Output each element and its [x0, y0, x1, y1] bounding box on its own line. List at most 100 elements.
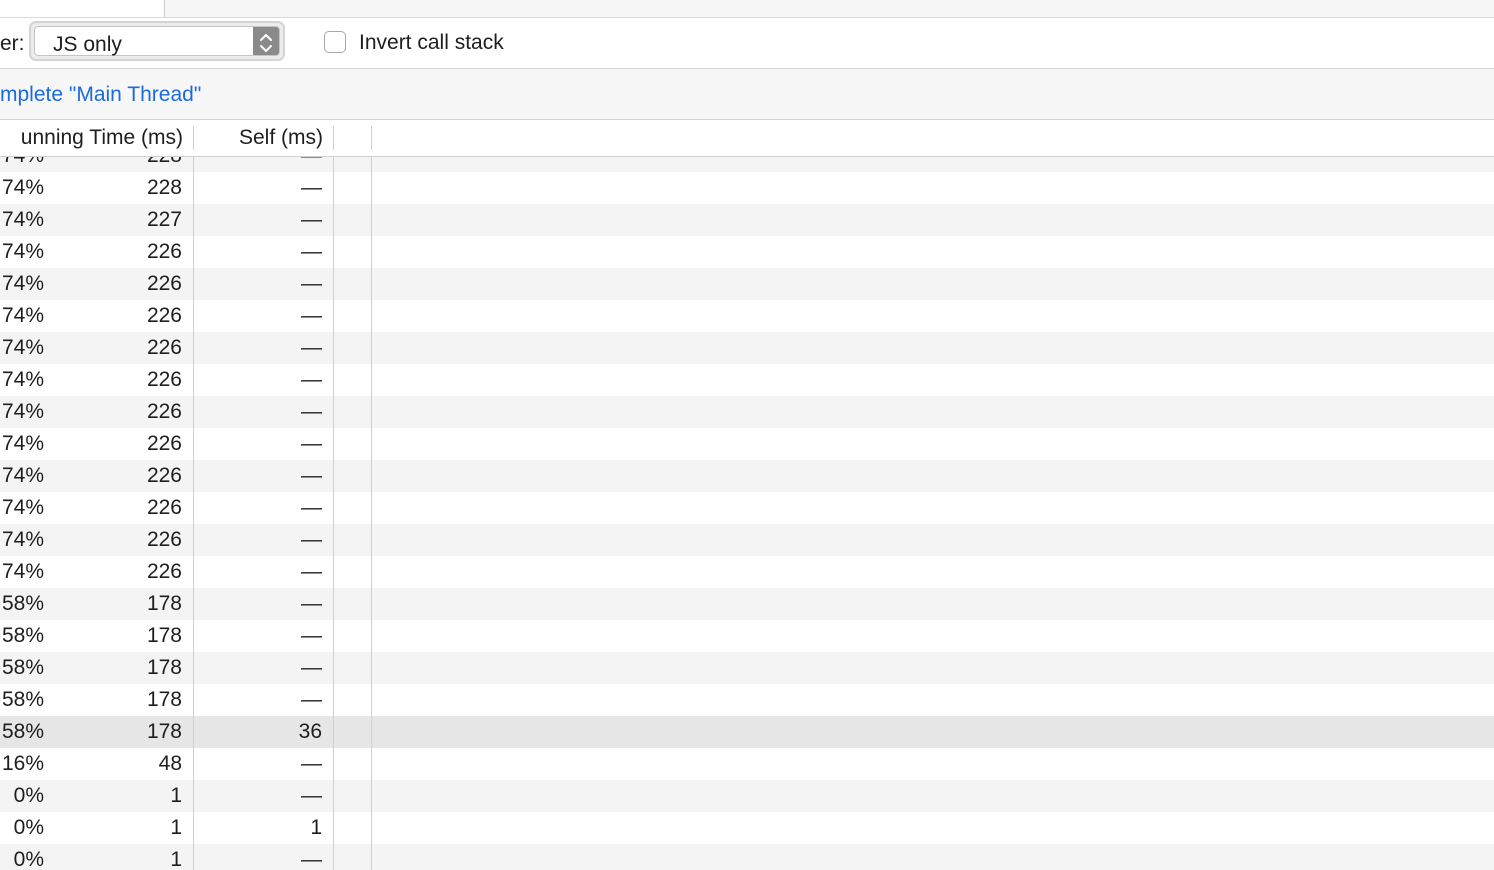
- running-time-cell: 226: [146, 400, 182, 423]
- self-time-cell: —: [301, 784, 322, 807]
- percent-cell: 74%: [1, 240, 44, 263]
- self-time-cell: —: [301, 464, 322, 487]
- self-time-cell: —: [301, 400, 322, 423]
- running-time-cell: 228: [147, 157, 182, 168]
- self-time-cell: —: [301, 208, 322, 231]
- table-row[interactable]: 58% 178 —: [0, 684, 1494, 716]
- top-strip: [0, 0, 1494, 18]
- running-time-cell: 226: [146, 336, 182, 359]
- self-time-cell: —: [301, 368, 322, 391]
- percent-cell: 58%: [1, 592, 44, 615]
- percent-cell: 74%: [1, 560, 44, 583]
- percent-cell: 58%: [1, 624, 44, 647]
- self-time-cell: —: [301, 304, 322, 327]
- column-divider: [371, 157, 372, 870]
- breadcrumb-bar: mplete "Main Thread": [0, 69, 1494, 120]
- percent-cell: 74%: [1, 304, 44, 327]
- table-rows: 74% 228 — 74% 228 — 74% 227 — 74% 226 — 74% 226 — 74% 22…: [0, 157, 1494, 870]
- table-row[interactable]: 16% 48 —: [0, 748, 1494, 780]
- self-time-cell: —: [301, 688, 322, 711]
- select-stepper-icon[interactable]: [253, 27, 279, 55]
- table-row[interactable]: 74% 226 —: [0, 524, 1494, 556]
- running-time-cell: 178: [146, 688, 182, 711]
- self-time-cell: —: [301, 176, 322, 199]
- table-row[interactable]: 74% 228 —: [0, 172, 1494, 204]
- table-row[interactable]: 74% 226 —: [0, 236, 1494, 268]
- running-time-cell: 226: [146, 464, 182, 487]
- self-time-cell: 36: [298, 720, 322, 743]
- self-time-cell: —: [301, 624, 322, 647]
- table-row[interactable]: 0% 1 —: [0, 844, 1494, 870]
- table-row[interactable]: 74% 226 —: [0, 492, 1494, 524]
- table-row[interactable]: 58% 178 —: [0, 588, 1494, 620]
- percent-cell: 74%: [1, 176, 44, 199]
- table-row[interactable]: 74% 226 —: [0, 300, 1494, 332]
- column-separator[interactable]: [193, 126, 194, 150]
- table-row[interactable]: 74% 226 —: [0, 460, 1494, 492]
- invert-call-stack-checkbox[interactable]: [324, 31, 346, 53]
- self-time-cell: —: [301, 157, 322, 168]
- running-time-cell: 226: [146, 368, 182, 391]
- self-time-cell: 1: [310, 816, 322, 839]
- breadcrumb-main-thread[interactable]: mplete "Main Thread": [0, 82, 201, 108]
- table-header: unning Time (ms) Self (ms): [0, 120, 1494, 157]
- column-header-self[interactable]: Self (ms): [239, 126, 323, 150]
- table-row[interactable]: 74% 227 —: [0, 204, 1494, 236]
- percent-cell: 74%: [1, 272, 44, 295]
- filter-select-field[interactable]: JS only: [34, 26, 280, 56]
- percent-cell: 58%: [1, 688, 44, 711]
- running-time-cell: 178: [146, 592, 182, 615]
- toolbar: er: JS only Invert call stack: [0, 18, 1494, 69]
- table-row[interactable]: 74% 226 —: [0, 364, 1494, 396]
- table-row[interactable]: 74% 226 —: [0, 332, 1494, 364]
- percent-cell: 0%: [13, 816, 44, 839]
- table-row[interactable]: 74% 226 —: [0, 396, 1494, 428]
- percent-cell: 16%: [1, 752, 44, 775]
- percent-cell: 0%: [13, 848, 44, 870]
- self-time-cell: —: [301, 240, 322, 263]
- percent-cell: 74%: [1, 208, 44, 231]
- table-row[interactable]: 74% 226 —: [0, 268, 1494, 300]
- percent-cell: 58%: [1, 720, 44, 743]
- self-time-cell: —: [301, 592, 322, 615]
- running-time-cell: 48: [158, 752, 182, 775]
- percent-cell: 74%: [2, 157, 44, 168]
- percent-cell: 0%: [13, 784, 44, 807]
- percent-cell: 74%: [1, 400, 44, 423]
- running-time-cell: 226: [146, 528, 182, 551]
- table-row[interactable]: 58% 178 —: [0, 652, 1494, 684]
- self-time-cell: —: [301, 432, 322, 455]
- table-row[interactable]: 0% 1 1: [0, 812, 1494, 844]
- percent-cell: 58%: [1, 656, 44, 679]
- table-row[interactable]: 58% 178 —: [0, 620, 1494, 652]
- filter-label: er:: [0, 32, 25, 55]
- table-row[interactable]: 74% 228 —: [0, 157, 1494, 172]
- column-separator[interactable]: [333, 126, 334, 150]
- self-time-cell: —: [301, 656, 322, 679]
- running-time-cell: 1: [170, 848, 182, 870]
- running-time-cell: 178: [146, 624, 182, 647]
- running-time-cell: 226: [146, 560, 182, 583]
- self-time-cell: —: [301, 528, 322, 551]
- running-time-cell: 178: [146, 720, 182, 743]
- percent-cell: 74%: [1, 528, 44, 551]
- self-time-cell: —: [301, 272, 322, 295]
- invert-call-stack-label[interactable]: Invert call stack: [359, 30, 504, 56]
- percent-cell: 74%: [1, 336, 44, 359]
- running-time-cell: 227: [146, 208, 182, 231]
- table-row[interactable]: 74% 226 —: [0, 556, 1494, 588]
- self-time-cell: —: [301, 336, 322, 359]
- column-separator[interactable]: [371, 126, 372, 150]
- percent-cell: 74%: [1, 464, 44, 487]
- tab-area[interactable]: [0, 0, 165, 17]
- table-row[interactable]: 74% 226 —: [0, 428, 1494, 460]
- filter-select[interactable]: JS only: [29, 21, 285, 61]
- column-header-running-time[interactable]: unning Time (ms): [21, 126, 183, 150]
- table-row[interactable]: 0% 1 —: [0, 780, 1494, 812]
- self-time-cell: —: [301, 848, 322, 870]
- self-time-cell: —: [301, 752, 322, 775]
- table-row[interactable]: 58% 178 36: [0, 716, 1494, 748]
- running-time-cell: 226: [146, 272, 182, 295]
- percent-cell: 74%: [1, 368, 44, 391]
- percent-cell: 74%: [1, 432, 44, 455]
